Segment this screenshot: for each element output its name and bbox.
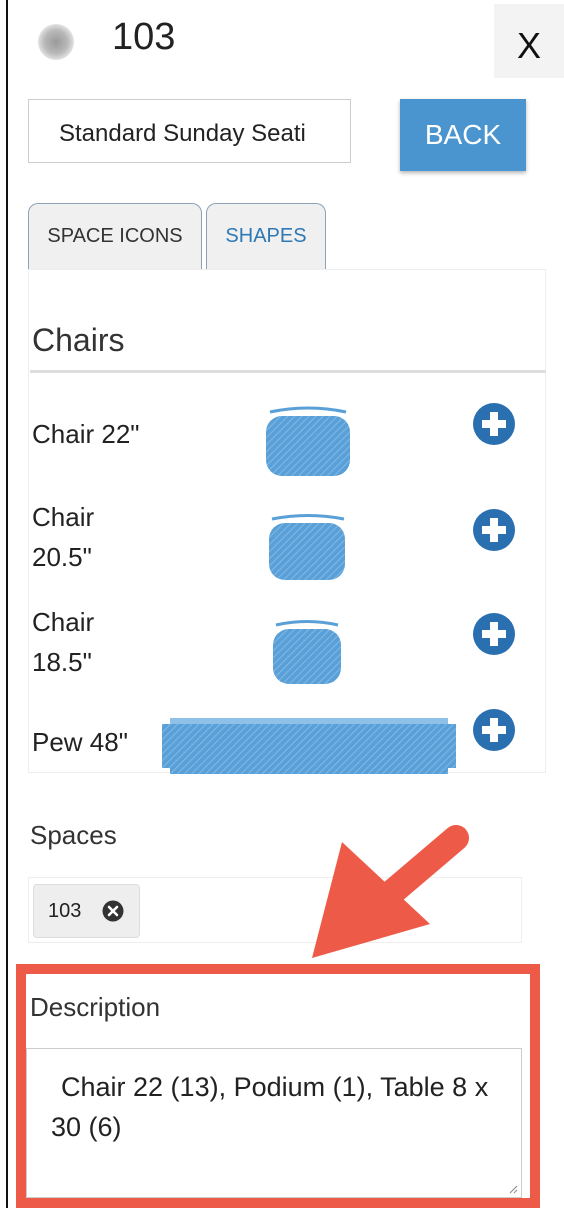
panel-title: Chairs [32,322,125,358]
pew-48-shape[interactable] [162,718,456,774]
chair-20-5-shape[interactable] [266,512,350,582]
add-pew-48-plus-icon[interactable] [472,708,516,752]
space-tag-label: 103 [48,900,82,922]
resize-handle-icon[interactable] [508,1184,518,1194]
space-tag: 103 [33,884,140,938]
chair-18-5-shape[interactable] [270,618,344,686]
avatar [38,24,74,60]
spaces-label: Spaces [30,820,117,850]
chair-22-shape[interactable] [264,404,354,478]
item-label-chair-22: Chair 22" [32,419,140,449]
description-textarea[interactable]: Chair 22 (13), Podium (1), Table 8 x 30 … [26,1048,522,1198]
description-value: Chair 22 (13), Podium (1), Table 8 x 30 … [51,1072,489,1142]
add-chair-18-5-plus-icon[interactable] [472,612,516,656]
back-button[interactable]: BACK [400,99,526,171]
item-label-chair-20-5: Chair 20.5" [32,502,95,572]
window-edge [6,0,8,1208]
item-label-pew-48: Pew 48" [32,727,128,757]
item-label-chair-18-5: Chair 18.5" [32,607,95,677]
divider [30,370,546,373]
tab-space-icons[interactable]: SPACE ICONS [28,203,202,269]
layout-select[interactable]: Standard Sunday Seati [28,99,351,163]
close-button[interactable]: X [494,4,564,78]
page-title: 103 [112,16,176,58]
remove-tag-close-icon[interactable] [102,900,124,922]
tab-shapes[interactable]: SHAPES [206,203,326,269]
description-label: Description [30,992,161,1022]
add-chair-20-5-plus-icon[interactable] [472,508,516,552]
add-chair-22-plus-icon[interactable] [472,402,516,446]
